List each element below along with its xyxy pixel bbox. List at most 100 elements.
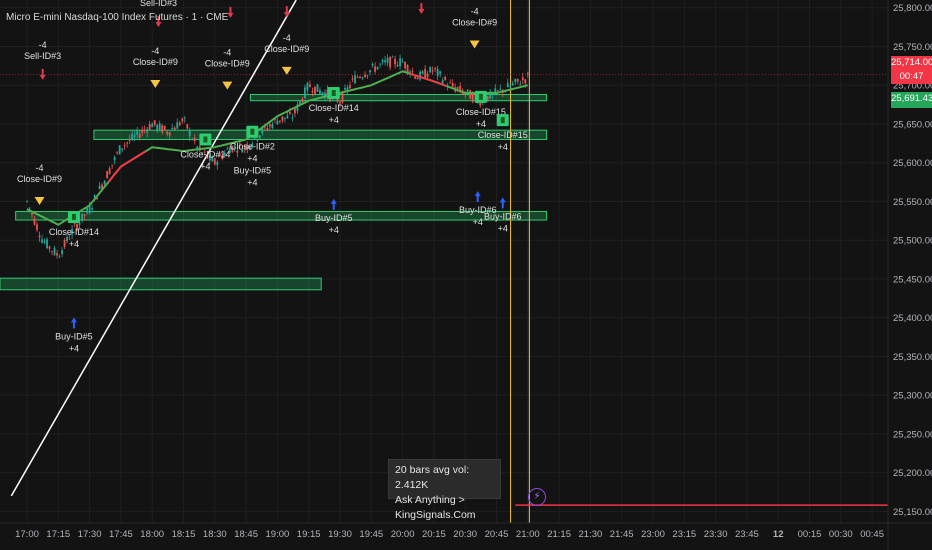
candle-body: [103, 181, 106, 185]
candle-body: [121, 148, 124, 150]
price-tick-label: 25,750.00: [893, 42, 932, 53]
candle-body: [306, 82, 309, 91]
candle-body: [426, 73, 429, 78]
candle-body: [406, 65, 409, 73]
candle-body: [268, 124, 271, 127]
candle-body: [369, 70, 371, 73]
signal-label: +4: [498, 223, 508, 233]
candle-body: [131, 133, 134, 140]
time-tick-label: 19:45: [359, 529, 383, 540]
signal-label: +4: [329, 225, 339, 235]
time-tick-label: 21:30: [579, 529, 603, 540]
candle-body: [516, 78, 519, 82]
candle-body: [519, 83, 522, 86]
signal-label: +4: [476, 119, 486, 129]
candle-body: [456, 87, 459, 89]
candle-body: [276, 120, 279, 125]
candle-body: [469, 90, 472, 99]
candle-body: [256, 139, 259, 141]
candle-body: [279, 120, 281, 122]
candle-body: [506, 83, 509, 88]
price-tick-label: 25,200.00: [893, 468, 932, 479]
time-axis[interactable]: 17:00 17:15 17:30 17:45 18:00 18:15 18:30 18:45…: [0, 522, 932, 540]
candle-body: [429, 67, 432, 73]
candle-body: [444, 76, 447, 81]
candle-body: [384, 60, 386, 63]
time-tick-label: 20:00: [391, 529, 415, 540]
candle-body: [319, 90, 321, 94]
time-tick-label: 23:30: [704, 529, 728, 540]
support-zone: [0, 277, 322, 291]
signal-label: Buy-ID#5: [234, 166, 272, 176]
close-box-mark: [500, 117, 505, 124]
candle-body: [284, 117, 286, 119]
candle-body: [151, 123, 154, 128]
last-price-badge: 25,714.00 00:47: [891, 56, 932, 84]
signal-label: Close-ID#14: [49, 227, 99, 237]
candle-body: [63, 239, 66, 247]
vertical-lines[interactable]: [510, 0, 530, 523]
price-tick-label: 25,600.00: [893, 158, 932, 169]
candle-body: [56, 253, 58, 256]
time-tick-label: 20:45: [485, 529, 509, 540]
price-tick-label: 25,450.00: [893, 274, 932, 285]
price-tick-label: 25,150.00: [893, 507, 932, 518]
lightning-icon[interactable]: ⚡: [528, 488, 546, 506]
candle-body: [26, 200, 28, 202]
time-tick-label: 17:45: [109, 529, 133, 540]
candle-body: [58, 256, 61, 258]
candle-body: [374, 66, 376, 72]
time-tick-label: 18:00: [140, 529, 164, 540]
level-price-badge: 25,691.43: [891, 92, 932, 108]
signal-label: +4: [69, 343, 79, 353]
candle-body: [379, 63, 381, 65]
candle-body: [281, 116, 284, 121]
signal-label: Buy-ID#5: [315, 213, 353, 223]
candle-body: [366, 75, 369, 77]
candle-body: [163, 125, 166, 130]
candle-body: [466, 89, 469, 92]
candle-body: [389, 56, 391, 68]
price-tick-label: 25,250.00: [893, 429, 932, 440]
candle-body: [186, 124, 189, 129]
candle-body: [43, 241, 46, 243]
time-tick-label: 00:45: [860, 529, 884, 540]
buy-arrow-icon: [499, 197, 506, 209]
candle-body: [153, 120, 156, 126]
candle-body: [128, 138, 131, 141]
chart-title: Micro E-mini Nasdaq-100 Index Futures · …: [6, 12, 229, 23]
time-tick-label: 18:15: [172, 529, 196, 540]
candle-body: [471, 93, 474, 102]
candle-body: [496, 90, 499, 91]
candle-body: [111, 164, 114, 166]
candle-body: [311, 91, 314, 93]
signal-label: Close-ID#14: [180, 149, 230, 159]
avg-volume-text: 20 bars avg vol: 2.412K: [395, 464, 470, 491]
signal-label: +4: [473, 217, 483, 227]
candle-body: [188, 130, 191, 137]
close-triangle-icon: [281, 66, 292, 75]
buy-arrow-icon: [330, 198, 337, 210]
time-tick-label: 23:00: [641, 529, 665, 540]
candle-body: [399, 58, 401, 67]
ask-anything-text: Ask Anything > KingSignals.Com: [395, 494, 476, 521]
signal-label: Close-ID#9: [452, 18, 497, 28]
time-tick-label: 23:45: [735, 529, 759, 540]
time-tick-label: 18:30: [203, 529, 227, 540]
candle-body: [294, 108, 296, 114]
candle-body: [271, 123, 274, 129]
sell-arrow-icon: [227, 6, 234, 18]
candle-body: [46, 239, 48, 249]
signal-label: +4: [69, 239, 79, 249]
signal-label: Close-ID#9: [205, 59, 250, 69]
signal-label: +4: [247, 178, 257, 188]
candle-body: [73, 223, 76, 224]
candle-body: [106, 171, 109, 179]
candle-body: [351, 78, 354, 80]
candle-body: [141, 129, 144, 133]
candle-body: [108, 168, 111, 175]
signal-label: -4: [39, 40, 47, 50]
candle-body: [61, 250, 63, 255]
close-box-mark: [478, 93, 483, 100]
candle-body: [309, 84, 311, 87]
